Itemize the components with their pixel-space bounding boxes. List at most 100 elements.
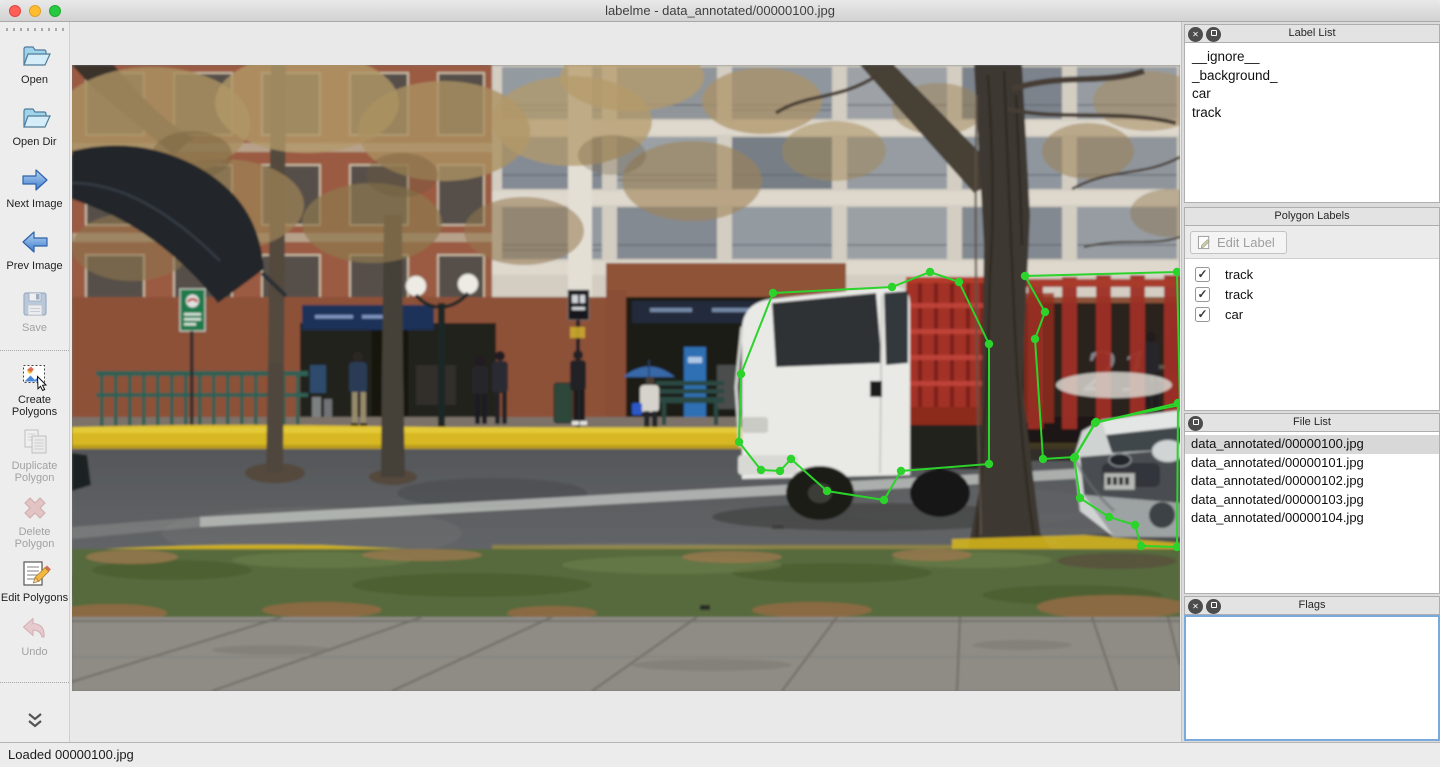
canvas-area[interactable]: 21 — [70, 22, 1181, 742]
polygon-vertex[interactable] — [888, 283, 896, 291]
polygon-vertex[interactable] — [735, 438, 743, 446]
zoom-window-button[interactable] — [49, 5, 61, 17]
polygon-label-text: car — [1225, 307, 1243, 322]
polygon-vertex[interactable] — [985, 460, 993, 468]
close-panel-icon[interactable]: ✕ — [1188, 27, 1203, 42]
polygon-vertex[interactable] — [823, 487, 831, 495]
titlebar: labelme - data_annotated/00000100.jpg — [0, 0, 1440, 22]
polygon-vertex[interactable] — [1131, 521, 1139, 529]
float-panel-icon[interactable] — [1188, 416, 1203, 431]
floppy-icon — [19, 288, 51, 320]
panel-flags-header[interactable]: ✕ Flags — [1184, 596, 1440, 615]
toolbar-button-save: Save — [0, 288, 69, 334]
polygon-vertex[interactable] — [737, 370, 745, 378]
polygon-label-text: track — [1225, 267, 1253, 282]
polygon-vertex[interactable] — [1105, 513, 1113, 521]
panel-label-list-header[interactable]: ✕ Label List — [1184, 24, 1440, 43]
panel-file-list: File List data_annotated/00000100.jpgdat… — [1184, 413, 1440, 594]
status-bar: Loaded 00000100.jpg — [0, 742, 1440, 767]
file-list-item[interactable]: data_annotated/00000102.jpg — [1185, 472, 1439, 491]
toolbar-button-open-dir[interactable]: Open Dir — [0, 102, 69, 148]
chevron-down-icon — [24, 713, 46, 729]
label-list-item[interactable]: __ignore__ — [1192, 48, 1439, 67]
photo-scene: 21 — [72, 65, 1180, 691]
edit-label-button[interactable]: Edit Label — [1190, 231, 1287, 254]
polygon-vertex[interactable] — [1021, 272, 1029, 280]
toolbar-button-create-polygons[interactable]: Create Polygons — [0, 350, 69, 418]
polygon-vertex[interactable] — [1076, 494, 1084, 502]
polygon-vertex[interactable] — [1039, 455, 1047, 463]
status-message: Loaded 00000100.jpg — [8, 747, 134, 762]
toolbar-button-next-image[interactable]: Next Image — [0, 164, 69, 210]
folder-icon — [19, 40, 51, 72]
float-panel-icon[interactable] — [1206, 27, 1221, 42]
checkbox[interactable]: ✓ — [1195, 267, 1210, 282]
polygon-vertex[interactable] — [1137, 542, 1145, 550]
toolbar-button-label: Duplicate Polygon — [0, 460, 69, 484]
edit-label-button-text: Edit Label — [1217, 235, 1275, 250]
labelme-window: labelme - data_annotated/00000100.jpg Op… — [0, 0, 1440, 767]
toolbar-button-label: Save — [0, 322, 69, 334]
polygon-vertex[interactable] — [955, 278, 963, 286]
close-window-button[interactable] — [9, 5, 21, 17]
folder-icon — [19, 102, 51, 134]
panel-polygon-labels-header[interactable]: Polygon Labels — [1184, 207, 1440, 226]
toolbar-button-label: Open — [0, 74, 69, 86]
polygon-vertex[interactable] — [880, 496, 888, 504]
polygon-labels-toolbar: Edit Label — [1185, 226, 1439, 259]
panel-polygon-labels: Polygon Labels Edit Label ✓track✓track✓c… — [1184, 207, 1440, 411]
arrow-left-icon — [19, 226, 51, 258]
polygon-vertex[interactable] — [757, 466, 765, 474]
polygon-label-list: ✓track✓track✓car — [1185, 259, 1439, 324]
polygon-vertex[interactable] — [1041, 308, 1049, 316]
file-list-item[interactable]: data_annotated/00000103.jpg — [1185, 491, 1439, 510]
panel-file-list-header[interactable]: File List — [1184, 413, 1440, 432]
panel-title: Polygon Labels — [1185, 208, 1439, 225]
checkbox[interactable]: ✓ — [1195, 287, 1210, 302]
panel-title: File List — [1185, 414, 1439, 431]
file-list-item[interactable]: data_annotated/00000104.jpg — [1185, 509, 1439, 528]
toolbar-button-label: Delete Polygon — [0, 526, 69, 550]
arrow-right-icon — [19, 164, 51, 196]
toolbar-drag-handle[interactable] — [6, 28, 64, 31]
polygon-vertex[interactable] — [985, 340, 993, 348]
panel-label-list: ✕ Label List __ignore___background_cartr… — [1184, 24, 1440, 203]
polygon-label-item[interactable]: ✓track — [1185, 284, 1439, 304]
polygon-vertex[interactable] — [1070, 454, 1078, 462]
polygon-vertex[interactable] — [787, 455, 795, 463]
label-list-item[interactable]: _background_ — [1192, 67, 1439, 86]
polygon-vertex[interactable] — [1091, 419, 1099, 427]
label-list-item[interactable]: car — [1192, 85, 1439, 104]
toolbar-button-label: Prev Image — [0, 260, 69, 272]
polygon-vertex[interactable] — [926, 268, 934, 276]
polygon-label-item[interactable]: ✓ car — [1185, 304, 1439, 324]
toolbar: Open Open Dir Next Image Prev Image Save Crea… — [0, 22, 70, 742]
polygon-vertex[interactable] — [897, 467, 905, 475]
polygon-vertex[interactable] — [769, 289, 777, 297]
right-dock: ✕ Label List __ignore___background_cartr… — [1181, 22, 1440, 742]
label-list-item[interactable]: track — [1192, 104, 1439, 123]
close-panel-icon[interactable]: ✕ — [1188, 599, 1203, 614]
toolbar-button-edit-polygons[interactable]: Edit Polygons — [0, 558, 69, 604]
polygon-label-item[interactable]: ✓ track — [1185, 264, 1439, 284]
toolbar-button-label: Next Image — [0, 198, 69, 210]
polygon-vertex[interactable] — [776, 467, 784, 475]
file-list-item[interactable]: data_annotated/00000101.jpg — [1185, 454, 1439, 473]
toolbar-button-label: Create Polygons — [0, 394, 69, 418]
traffic-lights — [9, 5, 61, 17]
file-list: data_annotated/00000100.jpgdata_annotate… — [1185, 432, 1439, 528]
minimize-window-button[interactable] — [29, 5, 41, 17]
create-polygon-icon — [19, 360, 51, 392]
toolbar-button-open[interactable]: Open — [0, 40, 69, 86]
polygon-vertex[interactable] — [1031, 335, 1039, 343]
photo-scene-art: 21 — [72, 65, 1180, 691]
toolbar-button-prev-image[interactable]: Prev Image — [0, 226, 69, 272]
file-list-item[interactable]: data_annotated/00000100.jpg — [1185, 435, 1439, 454]
edit-icon — [19, 558, 51, 590]
toolbar-button-delete-polygon: Delete Polygon — [0, 492, 69, 550]
toolbar-collapse-button[interactable] — [0, 682, 69, 742]
annotated-photo[interactable]: 21 — [72, 65, 1180, 691]
float-panel-icon[interactable] — [1206, 599, 1221, 614]
checkbox[interactable]: ✓ — [1195, 307, 1210, 322]
toolbar-button-label: Edit Polygons — [0, 592, 69, 604]
